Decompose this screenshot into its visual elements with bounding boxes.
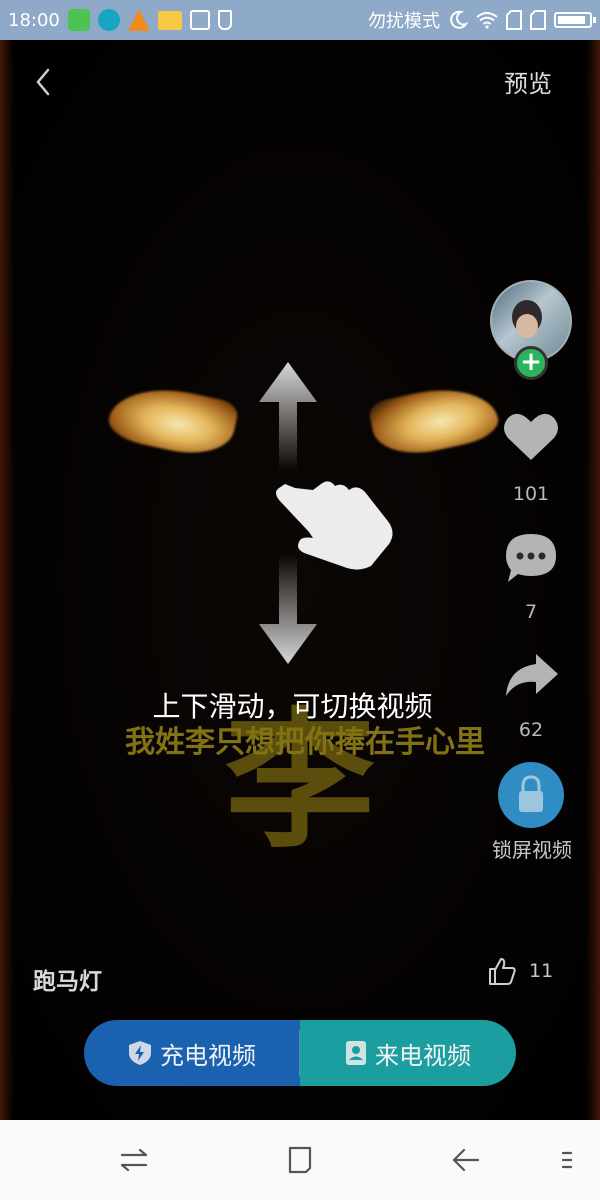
comment-button[interactable] — [498, 532, 564, 584]
share-count: 62 — [518, 719, 544, 741]
back-nav-button[interactable] — [446, 1142, 486, 1178]
menu-button[interactable] — [552, 1142, 582, 1178]
shield-bolt-icon — [129, 1041, 151, 1065]
edge-glow — [0, 40, 14, 1120]
heart-icon — [504, 413, 558, 460]
sync-app-icon — [97, 9, 120, 31]
moon-icon — [450, 10, 468, 29]
back-button[interactable] — [28, 64, 58, 100]
swap-arrows-icon — [120, 1148, 148, 1172]
warning-icon — [127, 9, 150, 31]
wifi-icon — [476, 12, 498, 29]
share-arrow-icon — [506, 654, 558, 696]
back-arrow-icon — [452, 1148, 480, 1172]
battery-fill — [558, 16, 585, 24]
action-divider — [299, 1030, 300, 1076]
call-video-button[interactable]: 来电视频 — [300, 1020, 516, 1086]
navigation-bar — [0, 1120, 600, 1200]
lock-screen-video-button[interactable] — [498, 762, 564, 828]
android-app-icon — [67, 9, 90, 31]
status-time: 18:00 — [8, 9, 60, 31]
switch-apps-button[interactable] — [114, 1142, 154, 1178]
lock-icon — [519, 775, 543, 812]
video-title: 跑马灯 — [33, 969, 102, 995]
follow-button[interactable]: + — [514, 346, 548, 380]
thumbs-up-icon — [489, 958, 516, 985]
screen: 18:00 勿扰模式 李 我姓李只想把你捧在手心里 预览 上下滑动，可切换视频 … — [0, 0, 600, 1200]
charge-video-label: 充电视频 — [160, 1041, 256, 1070]
thumbs-up-count: 11 — [529, 960, 554, 982]
charge-video-button[interactable]: 充电视频 — [84, 1020, 300, 1086]
dnd-label: 勿扰模式 — [368, 11, 440, 32]
sim2-icon — [530, 10, 546, 30]
usb-icon — [217, 10, 232, 30]
like-button[interactable] — [498, 410, 564, 462]
edge-glow — [586, 40, 600, 1120]
avatar-face — [516, 314, 538, 338]
lock-screen-video-label: 锁屏视频 — [492, 838, 572, 862]
brush-icon — [189, 10, 210, 30]
thumbs-up-button[interactable]: 11 — [487, 954, 567, 988]
swipe-gesture-icon — [259, 362, 393, 664]
action-bar: 充电视频 来电视频 — [84, 1020, 516, 1086]
like-count: 101 — [512, 483, 550, 505]
square-icon — [288, 1146, 312, 1174]
comment-count: 7 — [524, 601, 538, 623]
preview-button[interactable]: 预览 — [504, 64, 552, 99]
status-bar: 18:00 勿扰模式 — [0, 0, 600, 40]
home-button[interactable] — [280, 1142, 320, 1178]
call-video-label: 来电视频 — [375, 1041, 471, 1070]
menu-lines-icon — [561, 1151, 573, 1169]
sim1-icon — [506, 10, 522, 30]
chevron-left-icon — [36, 68, 50, 96]
phone-card-icon — [346, 1041, 366, 1065]
speech-bubble-icon — [506, 534, 556, 582]
battery-icon — [554, 12, 596, 28]
glowing-eye-left — [105, 377, 240, 463]
folder-icon — [157, 10, 182, 30]
share-button[interactable] — [498, 652, 564, 700]
